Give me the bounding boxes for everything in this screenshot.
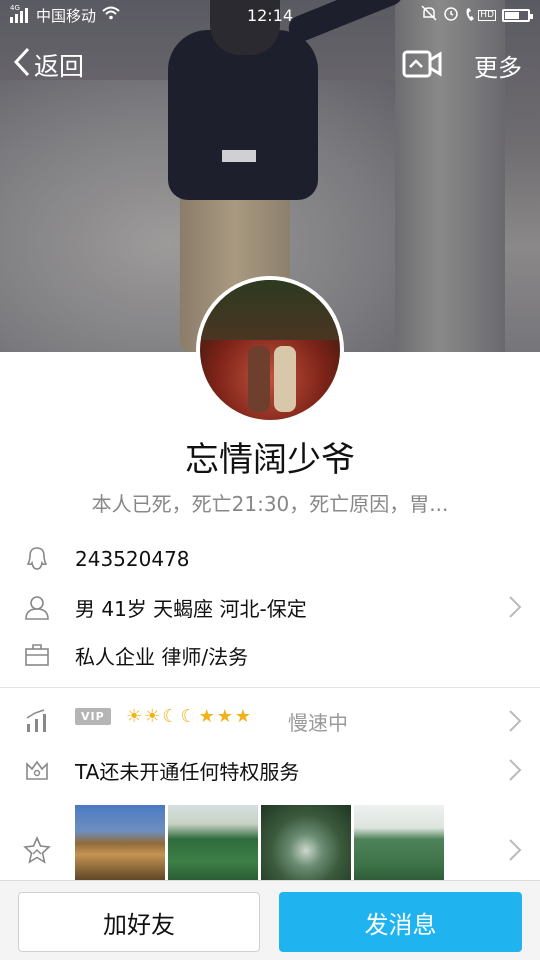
avatar[interactable] xyxy=(196,276,344,424)
briefcase-icon xyxy=(22,640,52,670)
vip-level-row[interactable]: VIP ☀ ☀ ☾ ☾ ★ ★ ★ 慢速中 xyxy=(0,697,540,745)
photo-thumbnail-lotus-field[interactable] xyxy=(354,805,444,881)
photo-thumbnail-pagoda[interactable] xyxy=(75,805,165,881)
add-friend-button[interactable]: 加好友 xyxy=(18,892,260,952)
qq-number: 243520478 xyxy=(75,547,190,571)
privilege-row[interactable]: TA还未开通任何特权服务 xyxy=(0,746,540,794)
avatar-figure-right xyxy=(274,346,296,412)
sun-icon: ☀ xyxy=(126,706,143,727)
speed-status: 慢速中 xyxy=(288,711,348,735)
star-icon: ★ xyxy=(234,706,251,727)
occupation-row: 私人企业 律师/法务 xyxy=(0,631,540,679)
star-icon: ★ xyxy=(216,706,233,727)
star-icon: ★ xyxy=(198,706,215,727)
chevron-left-icon xyxy=(12,46,32,84)
video-call-button[interactable] xyxy=(402,47,442,81)
photo-thumbnail-lotus-pond[interactable] xyxy=(168,805,258,881)
video-camera-icon xyxy=(402,50,442,85)
status-bar: 4G 中国移动 12:14 HD xyxy=(0,0,540,30)
photo-thumbnail-stone-bridge[interactable] xyxy=(261,805,351,881)
star-icon xyxy=(22,835,52,865)
user-icon xyxy=(22,592,52,622)
qq-number-row: 243520478 xyxy=(0,535,540,583)
signature[interactable]: 本人已死，死亡21:30，死亡原因，胃... xyxy=(0,488,540,517)
avatar-figure-left xyxy=(248,346,270,412)
nickname: 忘情阔少爷 xyxy=(185,440,355,480)
sun-icon: ☀ xyxy=(144,706,161,727)
privilege-text: TA还未开通任何特权服务 xyxy=(75,759,300,784)
occupation: 私人企业 律师/法务 xyxy=(75,644,249,669)
section-divider xyxy=(0,687,540,688)
back-label: 返回 xyxy=(34,52,85,81)
basic-info-row[interactable]: 男 41岁 天蝎座 河北-保定 xyxy=(0,583,540,631)
moon-icon: ☾ xyxy=(180,706,197,727)
battery-icon xyxy=(502,8,533,22)
more-button[interactable]: 更多 xyxy=(474,48,522,83)
clock: 12:14 xyxy=(246,5,294,25)
level-chart-icon xyxy=(22,706,52,736)
penguin-icon xyxy=(22,544,52,574)
crown-icon xyxy=(22,755,52,785)
photo-wall xyxy=(75,805,444,881)
moon-icon: ☾ xyxy=(162,706,179,727)
cover-belt xyxy=(222,150,256,162)
nav-bar: 返回 更多 xyxy=(0,36,540,92)
send-message-button[interactable]: 发消息 xyxy=(279,892,522,952)
basic-info: 男 41岁 天蝎座 河北-保定 xyxy=(75,596,307,621)
chevron-right-icon xyxy=(508,709,522,733)
chevron-right-icon xyxy=(508,838,522,862)
avatar-trees xyxy=(200,280,340,340)
back-button[interactable]: 返回 xyxy=(12,46,84,84)
chevron-right-icon xyxy=(508,758,522,782)
chevron-right-icon xyxy=(508,595,522,619)
level-icons: ☀ ☀ ☾ ☾ ★ ★ ★ xyxy=(126,706,251,727)
vip-badge: VIP xyxy=(75,708,111,725)
bottom-action-bar: 加好友 发消息 xyxy=(0,880,540,960)
